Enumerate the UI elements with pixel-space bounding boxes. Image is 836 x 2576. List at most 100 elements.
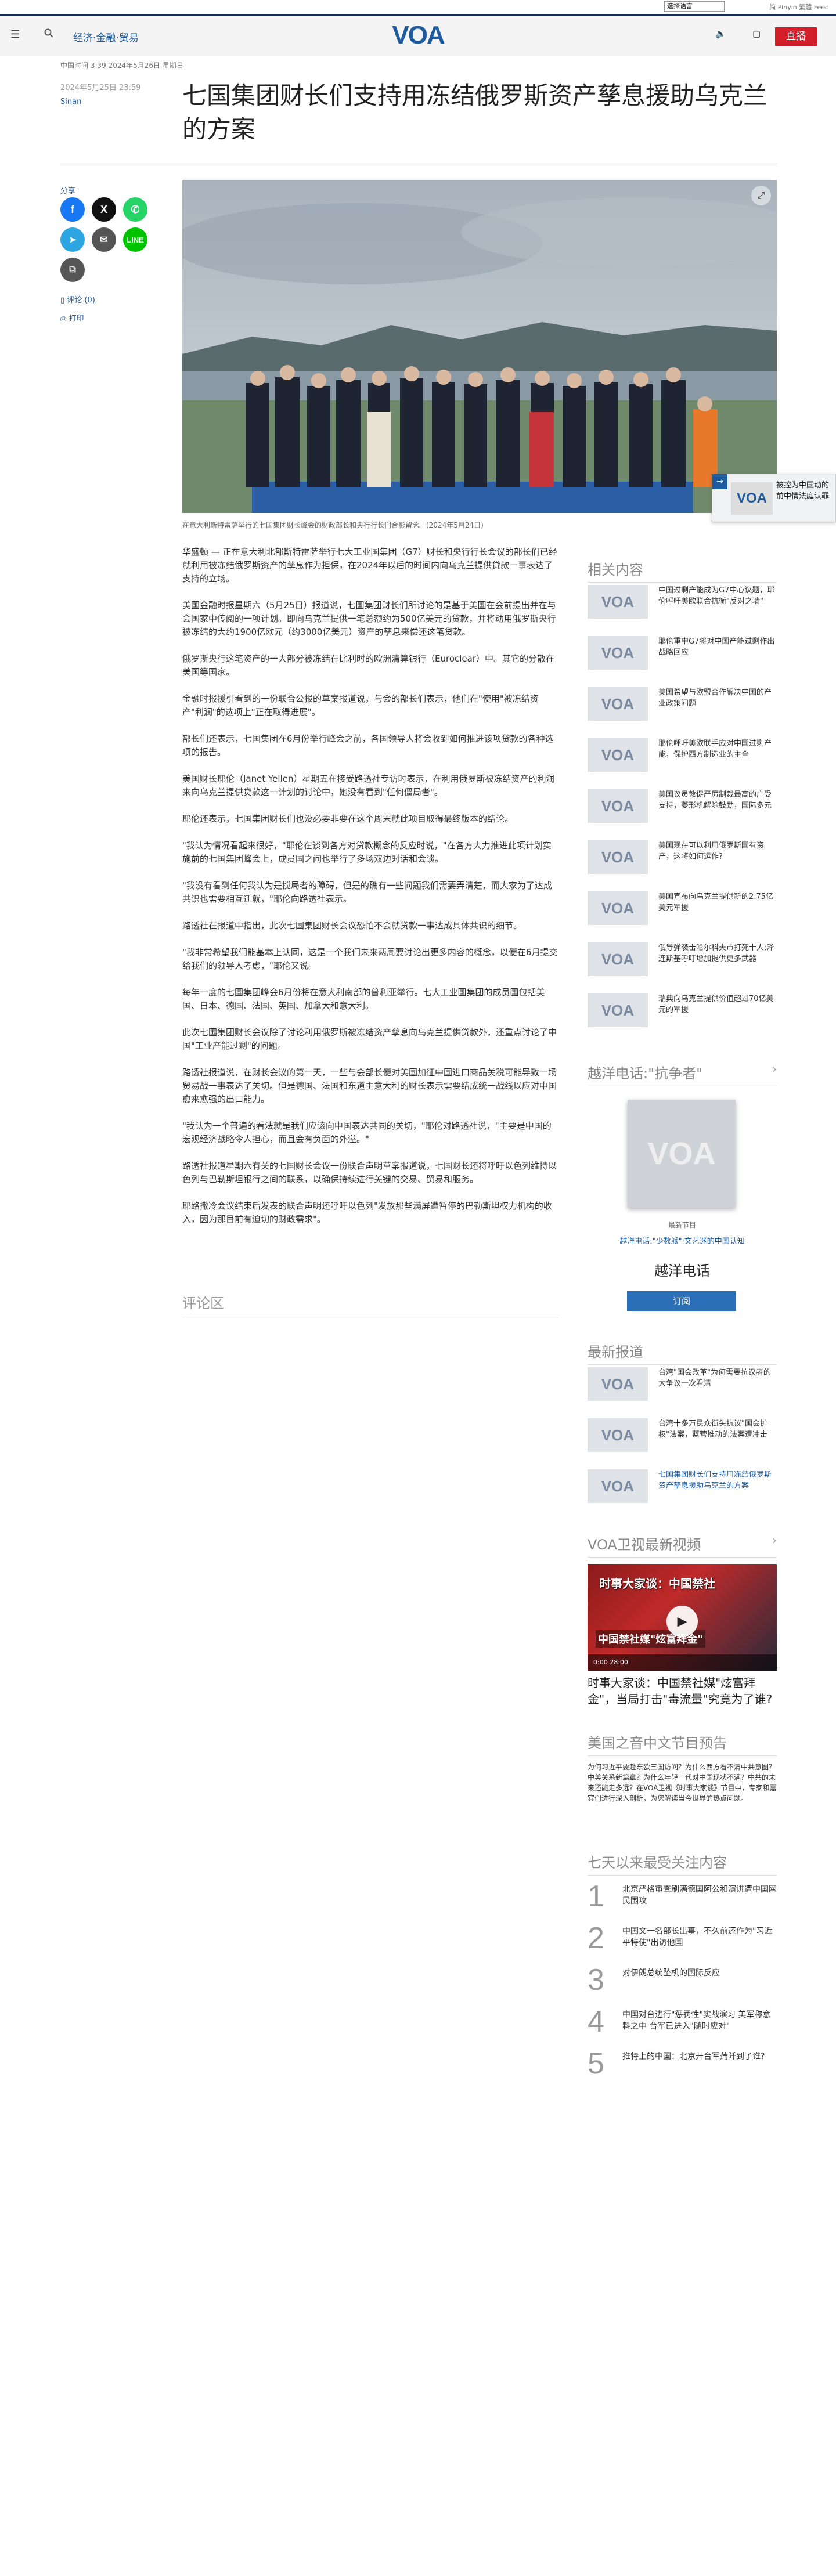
thumbnail: VOA: [588, 1418, 648, 1452]
arrow-icon[interactable]: →: [712, 474, 727, 489]
related-item[interactable]: VOA 美国议员敦促严厉制裁最高的广受支持，菱形机解除鼓励，国际多元: [588, 788, 777, 828]
floating-related-card[interactable]: → VOA 被控为中国动的前中情法庭认罪: [712, 474, 836, 522]
episode-link[interactable]: 越洋电话:"少数派"·文艺迷的中国认知: [588, 1235, 777, 1246]
thumbnail: VOA: [588, 993, 648, 1027]
program-preview-text: 为何习近平要赴东欧三国访问？为什么西方看不清中共意图？中美关系新篇章？为什么年轻…: [588, 1763, 777, 1802]
related-content-title: 相关内容: [588, 558, 777, 583]
paragraph: 耶伦还表示，七国集团财长们也没必要非要在这个周末就此项目取得最终版本的结论。: [182, 814, 514, 824]
paragraph: 路透社报道星期六有关的七国财长会议一份联合声明草案报道说，七国财长还将呼吁以色列…: [182, 1161, 557, 1184]
popular-item-text: 中国对台进行"惩罚性"实战演习 美军称意料之中 台军已进入"随时应对": [622, 2010, 771, 2031]
popular-item-text: 中国文一名部长出事，不久前还作为"习近平特使"出访他国: [622, 1927, 773, 1948]
related-item[interactable]: VOA 耶伦呼吁美欧联手应对中国过剩产能，保护西方制造业的主全: [588, 737, 777, 776]
related-title-text: 相关内容: [588, 562, 643, 578]
latest-item[interactable]: VOA 台湾十多万民众街头抗议"国会扩权"法案，蓝营推动的法案遭冲击: [588, 1417, 777, 1457]
video-icon[interactable]: ▢: [752, 28, 761, 39]
popular-item-text: 北京严格审查刷满德国阿公和演讲遭中国网民围攻: [622, 1885, 777, 1906]
fullscreen-icon[interactable]: ⤢: [751, 186, 771, 205]
play-icon[interactable]: ▶: [666, 1606, 698, 1637]
hero-photo: ⤢: [182, 180, 777, 513]
line-share-icon[interactable]: LINE: [123, 227, 147, 252]
article-meta-time: 中国时间 3:39 2024年5月26日 星期日: [60, 62, 183, 70]
audio-icon[interactable]: 🔈: [715, 28, 726, 39]
related-item[interactable]: VOA 美国现在可以利用俄罗斯国有资产，这将如何运作?: [588, 839, 777, 879]
video-caption[interactable]: 时事大家谈：中国禁社媒"炫富拜金"，当局打击"毒流量"究竟为了谁?: [588, 1675, 777, 1707]
email-share-icon[interactable]: ✉: [92, 227, 116, 252]
popular-item[interactable]: 2 中国文一名部长出事，不久前还作为"习近平特使"出访他国: [588, 1922, 777, 1957]
latest-episode-label: 最新节目: [668, 1221, 696, 1229]
chevron-right-icon: ›: [772, 1533, 777, 1547]
top-strip: 选择语言 简 Pinyin 繁體 Feed: [0, 0, 836, 14]
thumbnail: VOA: [588, 1367, 648, 1401]
program-preview-title: 美国之音中文节目预告: [588, 1732, 777, 1756]
popular-item[interactable]: 4 中国对台进行"惩罚性"实战演习 美军称意料之中 台军已进入"随时应对": [588, 2006, 777, 2040]
thumbnail: VOA: [588, 891, 648, 925]
related-item[interactable]: VOA 美国宣布向乌克兰提供新的2.75亿美元军援: [588, 890, 777, 930]
video-title-text: VOA卫视最新视频: [588, 1537, 701, 1553]
comments-link[interactable]: ▯ 评论 (0): [60, 294, 95, 305]
paragraph: 路透社报道说，在财长会议的第一天，一些与会部长便对美国加征中国进口商品关税可能导…: [182, 1067, 557, 1104]
podcast-cover[interactable]: VOA: [628, 1100, 736, 1208]
thumbnail: VOA: [588, 636, 648, 670]
rank-number: 3: [588, 1963, 604, 1997]
paragraph: "我非常希望我们能基本上认同，这是一个我们未来两周要讨论出更多内容的概念，以便在…: [182, 947, 558, 971]
section-nav-link[interactable]: 经济·金融·贸易: [73, 30, 139, 44]
language-select[interactable]: 选择语言: [664, 1, 725, 12]
paragraph: 部长们还表示，七国集团在6月份举行峰会之前，各国领导人将会收到如何推进该项贷款的…: [182, 734, 554, 757]
podcast-title-text: 越洋电话:"抗争者": [588, 1065, 703, 1082]
thumbnail: VOA: [588, 840, 648, 874]
thumbnail: VOA: [588, 942, 648, 976]
card-thumbnail: VOA: [731, 482, 773, 515]
video-controls[interactable]: 0:00 28:00: [588, 1654, 777, 1671]
voa-logo[interactable]: VOA: [388, 21, 448, 49]
related-item[interactable]: VOA 瑞典向乌克兰提供价值超过70亿美元的军援: [588, 992, 777, 1032]
rank-number: 4: [588, 2005, 604, 2039]
latest-item[interactable]: VOA 七国集团财长们支持用冻结俄罗斯资产孳息援助乌克兰的方案: [588, 1468, 777, 1508]
copy-link-icon[interactable]: ⧉: [60, 258, 85, 282]
logo-text: VOA: [392, 21, 445, 49]
telegram-share-icon[interactable]: ➤: [60, 227, 85, 252]
paragraph: 华盛顿 — 正在意大利北部斯特雷萨举行七大工业国集团（G7）财长和央行行长会议的…: [182, 547, 557, 584]
menu-icon[interactable]: ☰: [10, 28, 20, 41]
paragraph: 每年一度的七国集团峰会6月份将在意大利南部的普利亚举行。七大工业国集团的成员国包…: [182, 987, 545, 1011]
related-item[interactable]: VOA 中国过剩产能成为G7中心议题，耶伦呼吁美欧联合抗衡"反对之墙": [588, 584, 777, 623]
author-link[interactable]: Sinan: [60, 97, 81, 106]
facebook-share-icon[interactable]: f: [60, 197, 85, 222]
related-item-text: 美国现在可以利用俄罗斯国有资产，这将如何运作?: [658, 841, 765, 861]
popular-item[interactable]: 5 推特上的中国：北京开台军蒲阡到了谁?: [588, 2047, 777, 2082]
photo-caption: 在意大利斯特雷萨举行的七国集团财长峰会的财政部长和央行行长们合影留念。(2024…: [182, 521, 484, 529]
related-item[interactable]: VOA 美国希望与欧盟合作解决中国的产业政策问题: [588, 686, 777, 725]
video-time: 0:00 28:00: [593, 1659, 628, 1666]
popular-item[interactable]: 1 北京严格审查刷满德国阿公和演讲遭中国网民围攻: [588, 1880, 777, 1915]
live-button[interactable]: 直播: [775, 27, 817, 46]
paragraph: 耶路撒冷会议结束后发表的联合声明还呼吁以色列"发放那些满屏遭暂停的巴勒斯坦权力机…: [182, 1201, 552, 1224]
popular-title-text: 七天以来最受关注内容: [588, 1855, 727, 1871]
latest-item-text: 七国集团财长们支持用冻结俄罗斯资产孳息援助乌克兰的方案: [658, 1471, 772, 1490]
thumbnail: VOA: [588, 1469, 648, 1503]
print-link-label: 打印: [69, 315, 84, 323]
language-links[interactable]: 简 Pinyin 繁體 Feed: [769, 2, 829, 12]
popular-item[interactable]: 3 对伊朗总统坠机的国际反应: [588, 1964, 777, 1999]
popular-item-text: 推特上的中国：北京开台军蒲阡到了谁?: [622, 2052, 765, 2061]
related-item-text: 耶伦重申G7将对中国产能过剩作出战略回应: [658, 637, 775, 657]
whatsapp-share-icon[interactable]: ✆: [123, 197, 147, 222]
subscribe-button[interactable]: 订阅: [627, 1291, 736, 1311]
paragraph: "我认为情况看起来很好，"耶伦在谈到各方对贷款概念的反应时说，"在各方大力推进此…: [182, 840, 552, 864]
print-link[interactable]: ⎙ 打印: [60, 312, 84, 323]
rank-number: 5: [588, 2047, 604, 2080]
related-item-text: 中国过剩产能成为G7中心议题，耶伦呼吁美欧联合抗衡"反对之墙": [658, 586, 775, 606]
latest-item-text: 台湾十多万民众街头抗议"国会扩权"法案，蓝营推动的法案遭冲击: [658, 1419, 767, 1439]
rank-number: 2: [588, 1921, 604, 1955]
chevron-right-icon: ›: [772, 1062, 777, 1076]
search-icon[interactable]: [44, 28, 53, 40]
related-item-text: 瑞典向乌克兰提供价值超过70亿美元的军援: [658, 995, 774, 1014]
x-share-icon[interactable]: X: [92, 197, 116, 222]
video-player[interactable]: 时事大家谈：中国禁社 中国禁社媒"炫富拜金" ▶ 0:00 28:00: [588, 1564, 777, 1671]
share-label: 分享: [60, 187, 76, 196]
related-item[interactable]: VOA 俄导弹袭击哈尔科夫市打死十人;泽连斯基呼吁增加提供更多武器: [588, 941, 777, 981]
related-item[interactable]: VOA 耶伦重申G7将对中国产能过剩作出战略回应: [588, 635, 777, 674]
related-item-text: 美国议员敦促严厉制裁最高的广受支持，菱形机解除鼓励，国际多元: [658, 790, 772, 810]
podcast-section-title[interactable]: 越洋电话:"抗争者" ›: [588, 1062, 777, 1086]
video-section-title[interactable]: VOA卫视最新视频 ›: [588, 1533, 777, 1558]
latest-item[interactable]: VOA 台湾"国会改革"为何需要抗议者的大争议一次看清: [588, 1366, 777, 1406]
latest-reports-title: 最新报道: [588, 1341, 777, 1365]
